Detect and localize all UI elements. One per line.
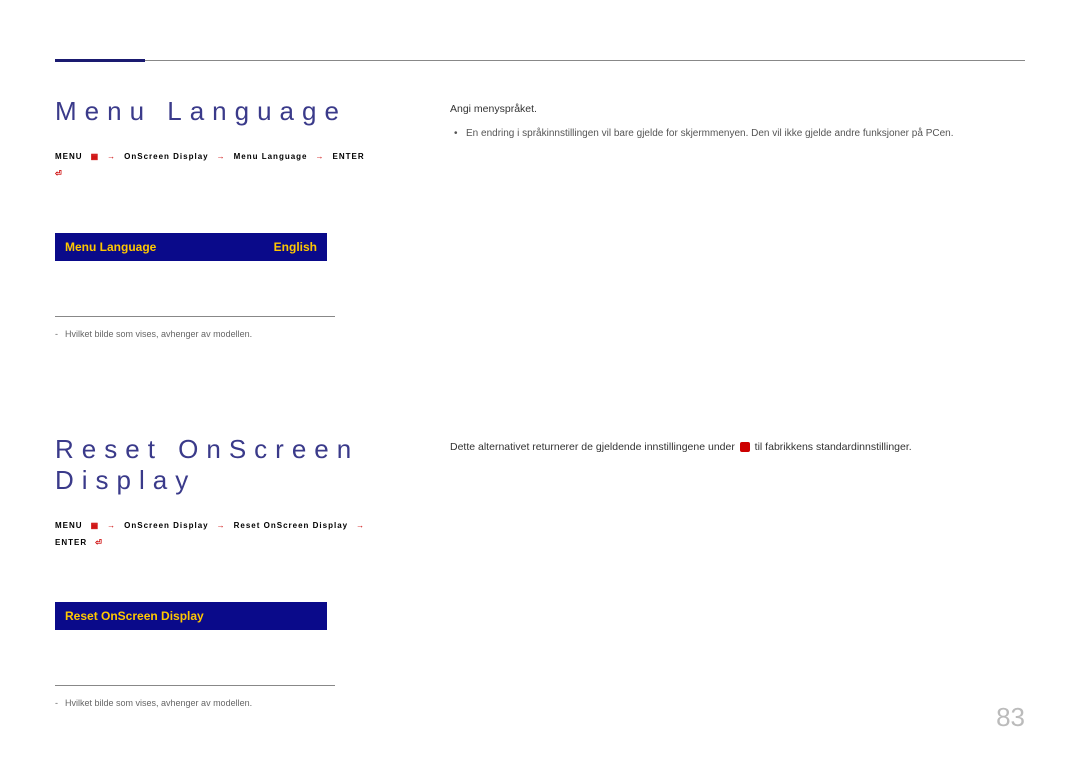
- desc-pre: Dette alternativet returnerer de gjelden…: [450, 441, 738, 453]
- breadcrumb-leaf: Menu Language: [234, 152, 308, 161]
- menu-preview-box-2: Reset OnScreen Display: [55, 602, 327, 630]
- menu-row-label: Menu Language: [65, 240, 156, 254]
- arrow-icon: →: [316, 152, 325, 161]
- breadcrumb-onscreen: OnScreen Display: [124, 152, 208, 161]
- breadcrumb-menu: MENU: [55, 152, 83, 161]
- thin-divider-1: [55, 316, 335, 317]
- footnote-2: Hvilket bilde som vises, avhenger av mod…: [55, 698, 375, 708]
- arrow-icon: →: [217, 152, 226, 161]
- footnote-1: Hvilket bilde som vises, avhenger av mod…: [55, 329, 375, 339]
- bullet-language-note: En endring i språkinnstillingen vil bare…: [466, 126, 1025, 142]
- menu-preview-box-1: Menu Language English: [55, 233, 327, 261]
- right-column-2: Dette alternativet returnerer de gjelden…: [450, 434, 1025, 708]
- breadcrumb-menu-language: MENU ▦ → OnScreen Display → Menu Languag…: [55, 152, 375, 178]
- arrow-icon: →: [107, 152, 116, 161]
- arrow-icon: →: [356, 521, 365, 530]
- breadcrumb-onscreen: OnScreen Display: [124, 521, 208, 530]
- enter-icon: ⏎: [55, 169, 63, 178]
- menu-row-value: English: [274, 240, 317, 254]
- section-reset-onscreen: Reset OnScreen Display MENU ▦ → OnScreen…: [55, 434, 1025, 708]
- breadcrumb-leaf: Reset OnScreen Display: [234, 521, 348, 530]
- breadcrumb-menu: MENU: [55, 521, 83, 530]
- right-column-1: Angi menyspråket. En endring i språkinns…: [450, 96, 1025, 339]
- description-reset: Dette alternativet returnerer de gjelden…: [450, 439, 1025, 456]
- section-menu-language: Menu Language MENU ▦ → OnScreen Display …: [55, 96, 1025, 339]
- breadcrumb-enter: ENTER: [333, 152, 365, 161]
- section-title-reset: Reset OnScreen Display: [55, 434, 375, 496]
- desc-post: til fabrikkens standardinnstillinger.: [752, 441, 912, 453]
- enter-icon: ⏎: [95, 538, 103, 547]
- page-number: 83: [996, 702, 1025, 733]
- description-menu-language: Angi menyspråket.: [450, 101, 1025, 118]
- bullet-list-1: En endring i språkinnstillingen vil bare…: [450, 126, 1025, 142]
- left-column-2: Reset OnScreen Display MENU ▦ → OnScreen…: [55, 434, 375, 708]
- menu-row-language[interactable]: Menu Language English: [55, 233, 327, 261]
- arrow-icon: →: [217, 521, 226, 530]
- onscreen-display-icon: [740, 442, 750, 452]
- top-divider: [55, 60, 1025, 61]
- arrow-icon: →: [107, 521, 116, 530]
- menu-row-label: Reset OnScreen Display: [65, 609, 204, 623]
- menu-icon: ▦: [91, 521, 100, 530]
- section-title-menu-language: Menu Language: [55, 96, 375, 127]
- thin-divider-2: [55, 685, 335, 686]
- menu-row-reset[interactable]: Reset OnScreen Display: [55, 602, 327, 630]
- menu-icon: ▦: [91, 152, 100, 161]
- breadcrumb-enter: ENTER: [55, 538, 87, 547]
- left-column-1: Menu Language MENU ▦ → OnScreen Display …: [55, 96, 375, 339]
- breadcrumb-reset: MENU ▦ → OnScreen Display → Reset OnScre…: [55, 521, 375, 547]
